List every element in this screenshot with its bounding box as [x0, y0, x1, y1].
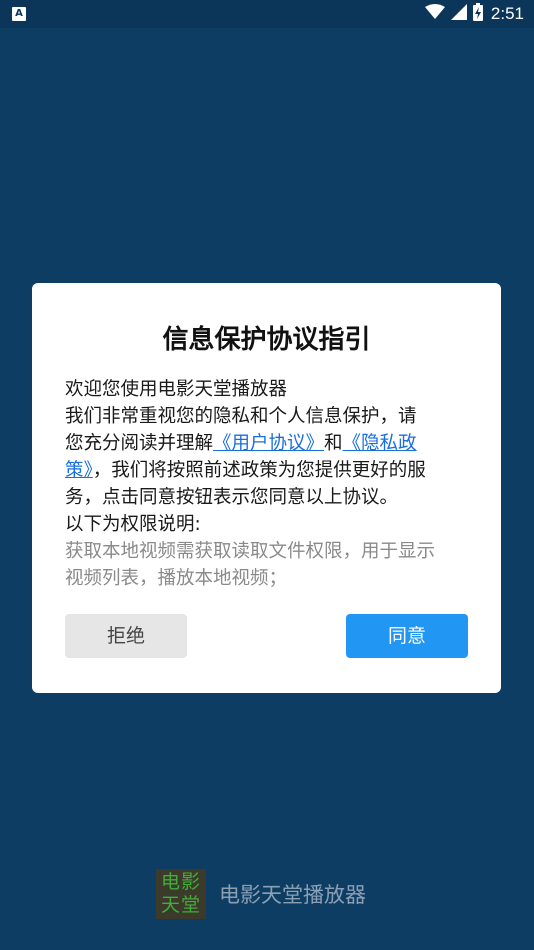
notification-icon: A: [12, 7, 26, 21]
logo-text-top: 电影: [160, 871, 201, 893]
dialog-title: 信息保护协议指引: [162, 325, 371, 355]
app-logo: 电影 天堂: [156, 869, 206, 919]
app-name: 电影天堂播放器: [219, 883, 366, 907]
app-branding: 电影 天堂 电影天堂播放器: [156, 869, 366, 919]
agreement-text-line: 策》，我们将按照前述政策为您提供更好的服: [65, 457, 470, 484]
permission-description: 视频列表，播放本地视频；: [65, 568, 288, 589]
app-screen: A 2:51 信息保护协议指引 欢迎您使用电影天堂播放器 我们非常重视您的隐私和…: [0, 0, 534, 950]
reject-button[interactable]: 拒绝: [65, 614, 187, 658]
status-bar: A 2:51: [0, 0, 534, 28]
privacy-dialog: 信息保护协议指引 欢迎您使用电影天堂播放器 我们非常重视您的隐私和个人信息保护，…: [32, 283, 501, 693]
logo-text-bottom: 天堂: [160, 894, 201, 916]
privacy-policy-link-cont[interactable]: 策》: [65, 460, 93, 481]
agree-button[interactable]: 同意: [346, 614, 468, 658]
agreement-text-line: 我们非常重视您的隐私和个人信息保护，请: [65, 406, 417, 427]
agreement-text-line: 务，点击同意按钮表示您同意以上协议。: [65, 487, 399, 508]
welcome-text: 欢迎您使用电影天堂播放器: [65, 379, 288, 400]
permission-description: 获取本地视频需获取读取文件权限，用于显示: [65, 541, 436, 562]
signal-icon: [450, 4, 467, 24]
status-time: 2:51: [490, 4, 524, 23]
agreement-text: ，我们将按照前述政策为您提供更好的服: [92, 460, 426, 481]
agreement-text: 您充分阅读并理解: [65, 433, 214, 454]
status-icons: 2:51: [424, 3, 524, 25]
user-agreement-link[interactable]: 《用户协议》: [213, 433, 324, 454]
dialog-body: 欢迎您使用电影天堂播放器 我们非常重视您的隐私和个人信息保护，请 您充分阅读并理…: [65, 376, 470, 592]
and-text: 和: [324, 433, 343, 454]
wifi-icon: [424, 4, 445, 24]
privacy-policy-link[interactable]: 《隐私政: [343, 433, 417, 454]
permission-heading: 以下为权限说明:: [65, 514, 201, 535]
agreement-text-line: 您充分阅读并理解《用户协议》和《隐私政: [65, 430, 470, 457]
battery-icon: [472, 3, 483, 25]
